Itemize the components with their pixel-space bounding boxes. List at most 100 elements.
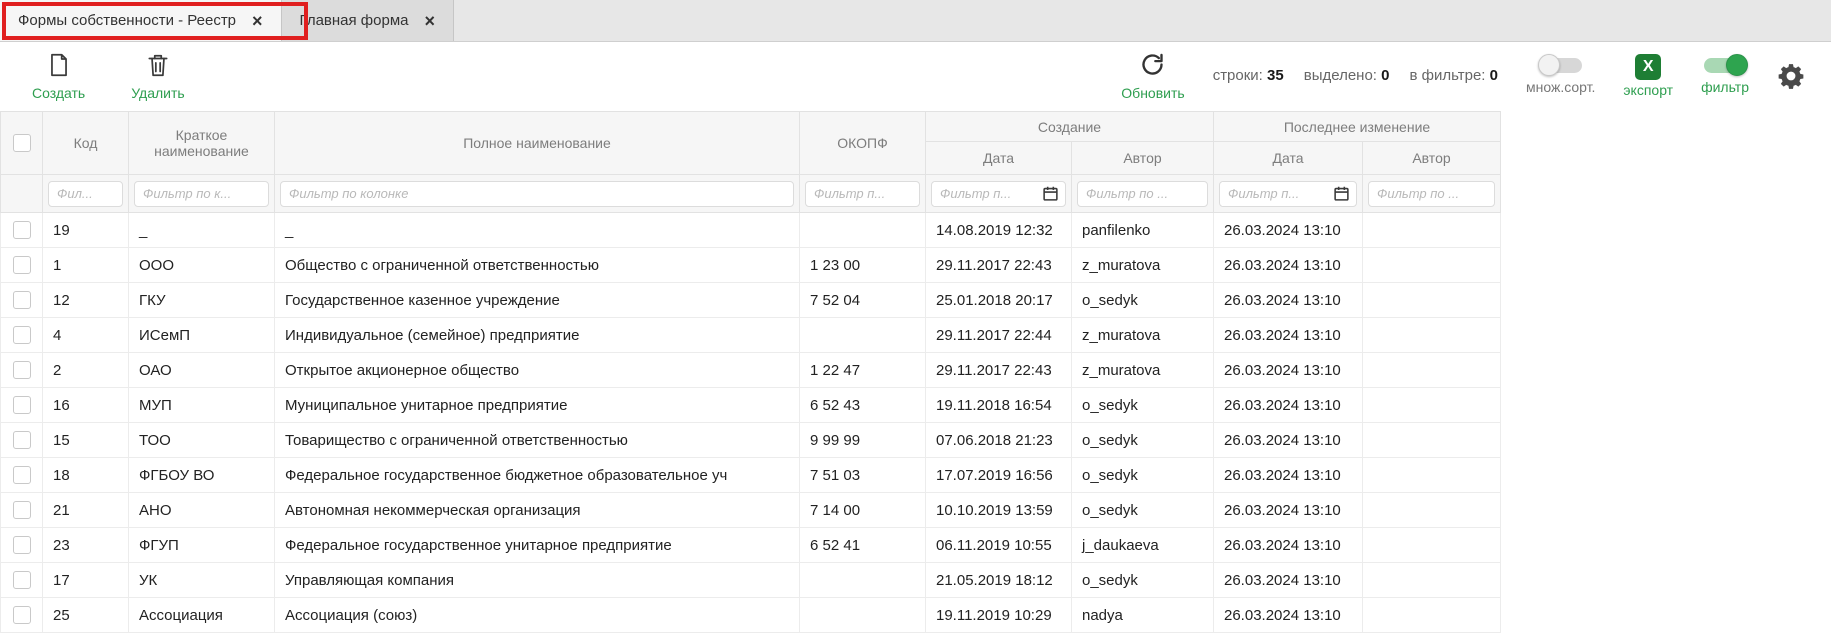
cell-created-author[interactable]: z_muratova bbox=[1072, 318, 1214, 353]
filter-created-author-input[interactable] bbox=[1077, 181, 1208, 207]
row-checkbox[interactable] bbox=[13, 291, 31, 309]
row-checkbox[interactable] bbox=[13, 256, 31, 274]
cell-full-name[interactable]: Товарищество с ограниченной ответственно… bbox=[275, 423, 800, 458]
cell-short-name[interactable]: ООО bbox=[129, 248, 275, 283]
cell-modified-date[interactable]: 26.03.2024 13:10 bbox=[1214, 528, 1363, 563]
cell-created-author[interactable]: o_sedyk bbox=[1072, 423, 1214, 458]
cell-modified-date[interactable]: 26.03.2024 13:10 bbox=[1214, 493, 1363, 528]
row-checkbox[interactable] bbox=[13, 221, 31, 239]
cell-modified-author[interactable] bbox=[1363, 563, 1501, 598]
row-checkbox[interactable] bbox=[13, 396, 31, 414]
cell-modified-date[interactable]: 26.03.2024 13:10 bbox=[1214, 423, 1363, 458]
cell-created-author[interactable]: o_sedyk bbox=[1072, 493, 1214, 528]
table-row[interactable]: 21 АНО Автономная некоммерческая организ… bbox=[1, 493, 1501, 528]
tab-forms-registry[interactable]: Формы собственности - Реестр × bbox=[0, 0, 282, 41]
cell-modified-date[interactable]: 26.03.2024 13:10 bbox=[1214, 563, 1363, 598]
cell-created-date[interactable]: 17.07.2019 16:56 bbox=[926, 458, 1072, 493]
filter-code-input[interactable] bbox=[48, 181, 123, 207]
cell-modified-author[interactable] bbox=[1363, 528, 1501, 563]
cell-short-name[interactable]: ИСемП bbox=[129, 318, 275, 353]
table-row[interactable]: 2 ОАО Открытое акционерное общество 1 22… bbox=[1, 353, 1501, 388]
table-row[interactable]: 18 ФГБОУ ВО Федеральное государственное … bbox=[1, 458, 1501, 493]
column-header-modified-author[interactable]: Автор bbox=[1363, 142, 1501, 175]
cell-short-name[interactable]: АНО bbox=[129, 493, 275, 528]
delete-button[interactable]: Удалить bbox=[131, 52, 184, 100]
cell-short-name[interactable]: МУП bbox=[129, 388, 275, 423]
table-row[interactable]: 16 МУП Муниципальное унитарное предприят… bbox=[1, 388, 1501, 423]
cell-modified-author[interactable] bbox=[1363, 458, 1501, 493]
cell-code[interactable]: 19 bbox=[43, 213, 129, 248]
cell-code[interactable]: 12 bbox=[43, 283, 129, 318]
cell-modified-author[interactable] bbox=[1363, 213, 1501, 248]
column-header-created-date[interactable]: Дата bbox=[926, 142, 1072, 175]
cell-code[interactable]: 17 bbox=[43, 563, 129, 598]
cell-modified-date[interactable]: 26.03.2024 13:10 bbox=[1214, 318, 1363, 353]
cell-code[interactable]: 18 bbox=[43, 458, 129, 493]
cell-code[interactable]: 21 bbox=[43, 493, 129, 528]
table-row[interactable]: 19 _ _ 14.08.2019 12:32 panfilenko 26.03… bbox=[1, 213, 1501, 248]
cell-full-name[interactable]: Управляющая компания bbox=[275, 563, 800, 598]
cell-created-author[interactable]: o_sedyk bbox=[1072, 388, 1214, 423]
cell-modified-author[interactable] bbox=[1363, 598, 1501, 633]
refresh-button[interactable]: Обновить bbox=[1121, 51, 1184, 100]
cell-created-author[interactable]: nadya bbox=[1072, 598, 1214, 633]
cell-short-name[interactable]: ТОО bbox=[129, 423, 275, 458]
cell-full-name[interactable]: Федеральное государственное унитарное пр… bbox=[275, 528, 800, 563]
cell-modified-author[interactable] bbox=[1363, 248, 1501, 283]
cell-short-name[interactable]: ФГБОУ ВО bbox=[129, 458, 275, 493]
cell-okopf[interactable]: 6 52 43 bbox=[800, 388, 926, 423]
cell-modified-date[interactable]: 26.03.2024 13:10 bbox=[1214, 213, 1363, 248]
cell-okopf[interactable]: 1 23 00 bbox=[800, 248, 926, 283]
cell-modified-author[interactable] bbox=[1363, 353, 1501, 388]
tab-close-icon[interactable]: × bbox=[425, 12, 436, 30]
cell-modified-date[interactable]: 26.03.2024 13:10 bbox=[1214, 388, 1363, 423]
cell-created-date[interactable]: 21.05.2019 18:12 bbox=[926, 563, 1072, 598]
cell-code[interactable]: 16 bbox=[43, 388, 129, 423]
filter-switch-icon[interactable] bbox=[1704, 58, 1746, 73]
cell-full-name[interactable]: _ bbox=[275, 213, 800, 248]
cell-modified-date[interactable]: 26.03.2024 13:10 bbox=[1214, 598, 1363, 633]
cell-okopf[interactable]: 7 52 04 bbox=[800, 283, 926, 318]
column-header-code[interactable]: Код bbox=[43, 112, 129, 175]
cell-created-author[interactable]: z_muratova bbox=[1072, 248, 1214, 283]
filter-okopf-input[interactable] bbox=[805, 181, 920, 207]
cell-full-name[interactable]: Автономная некоммерческая организация bbox=[275, 493, 800, 528]
cell-created-author[interactable]: panfilenko bbox=[1072, 213, 1214, 248]
table-row[interactable]: 25 Ассоциация Ассоциация (союз) 19.11.20… bbox=[1, 598, 1501, 633]
cell-modified-author[interactable] bbox=[1363, 283, 1501, 318]
row-checkbox[interactable] bbox=[13, 431, 31, 449]
cell-created-author[interactable]: o_sedyk bbox=[1072, 283, 1214, 318]
row-checkbox[interactable] bbox=[13, 501, 31, 519]
row-checkbox[interactable] bbox=[13, 361, 31, 379]
cell-short-name[interactable]: УК bbox=[129, 563, 275, 598]
calendar-icon[interactable] bbox=[1333, 185, 1350, 202]
cell-full-name[interactable]: Муниципальное унитарное предприятие bbox=[275, 388, 800, 423]
cell-created-date[interactable]: 19.11.2018 16:54 bbox=[926, 388, 1072, 423]
cell-okopf[interactable] bbox=[800, 318, 926, 353]
cell-full-name[interactable]: Открытое акционерное общество bbox=[275, 353, 800, 388]
cell-okopf[interactable]: 9 99 99 bbox=[800, 423, 926, 458]
cell-okopf[interactable]: 6 52 41 bbox=[800, 528, 926, 563]
cell-full-name[interactable]: Общество с ограниченной ответственностью bbox=[275, 248, 800, 283]
row-checkbox[interactable] bbox=[13, 606, 31, 624]
export-button[interactable]: X экспорт bbox=[1623, 54, 1673, 97]
cell-created-date[interactable]: 06.11.2019 10:55 bbox=[926, 528, 1072, 563]
filter-modified-author-input[interactable] bbox=[1368, 181, 1495, 207]
row-checkbox[interactable] bbox=[13, 571, 31, 589]
column-header-full-name[interactable]: Полное наименование bbox=[275, 112, 800, 175]
cell-created-date[interactable]: 29.11.2017 22:43 bbox=[926, 248, 1072, 283]
column-header-created-author[interactable]: Автор bbox=[1072, 142, 1214, 175]
cell-okopf[interactable] bbox=[800, 598, 926, 633]
cell-created-date[interactable]: 14.08.2019 12:32 bbox=[926, 213, 1072, 248]
cell-okopf[interactable] bbox=[800, 213, 926, 248]
cell-modified-author[interactable] bbox=[1363, 318, 1501, 353]
cell-created-date[interactable]: 25.01.2018 20:17 bbox=[926, 283, 1072, 318]
filter-created-date-input[interactable] bbox=[934, 182, 1040, 206]
cell-created-date[interactable]: 07.06.2018 21:23 bbox=[926, 423, 1072, 458]
multisort-switch-icon[interactable] bbox=[1540, 58, 1582, 73]
cell-full-name[interactable]: Федеральное государственное бюджетное об… bbox=[275, 458, 800, 493]
tab-main-form[interactable]: Главная форма × bbox=[282, 0, 454, 41]
cell-created-author[interactable]: o_sedyk bbox=[1072, 563, 1214, 598]
settings-gear-icon[interactable] bbox=[1777, 62, 1805, 90]
cell-full-name[interactable]: Государственное казенное учреждение bbox=[275, 283, 800, 318]
